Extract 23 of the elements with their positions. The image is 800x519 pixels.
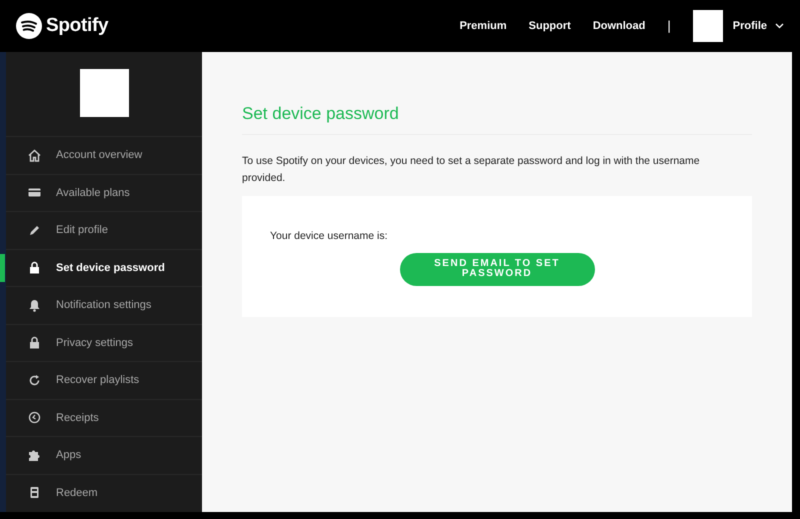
refresh-icon xyxy=(28,374,41,387)
spotify-logo-icon xyxy=(16,13,42,39)
pencil-icon xyxy=(28,224,41,237)
profile-avatar xyxy=(692,10,723,42)
profile-menu[interactable]: Profile xyxy=(732,18,784,34)
logo-text[interactable]: Spotify xyxy=(46,12,108,40)
nav-link[interactable]: Support xyxy=(528,18,571,34)
lock-icon xyxy=(28,261,41,274)
lock-icon xyxy=(28,336,41,350)
home-icon xyxy=(28,148,41,162)
bell-icon xyxy=(28,298,41,312)
username-label: Your device username is: xyxy=(270,228,389,244)
avatar-image xyxy=(80,69,128,117)
description-text: To use Spotify on your devices, you need to set a separate password and log in with the username provided. xyxy=(242,154,701,186)
puzzle-icon xyxy=(28,448,41,462)
nav-link[interactable]: Premium xyxy=(460,18,507,34)
clock-icon xyxy=(28,411,41,424)
chevron-down-icon xyxy=(775,23,784,29)
page-title: Set device password xyxy=(242,104,752,136)
card-icon xyxy=(28,186,41,200)
receipt-icon xyxy=(28,486,41,500)
divider-text: | xyxy=(667,17,671,36)
nav-link[interactable]: Download xyxy=(592,18,646,34)
